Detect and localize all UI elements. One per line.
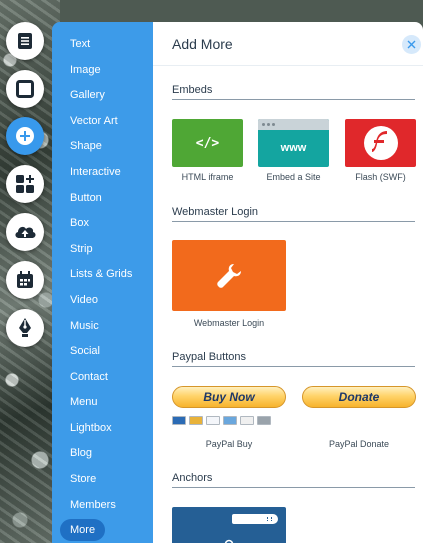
category-box[interactable]: Box xyxy=(70,212,89,234)
section-divider xyxy=(172,99,415,100)
wrench-icon xyxy=(217,263,241,288)
section-title-paypal: Paypal Buttons xyxy=(172,351,246,363)
section-divider xyxy=(172,487,415,488)
panel-title: Add More xyxy=(172,36,233,52)
amex-card-icon xyxy=(223,416,237,425)
category-shape[interactable]: Shape xyxy=(70,135,102,157)
section-title-webmaster: Webmaster Login xyxy=(172,206,259,218)
header-divider xyxy=(153,65,423,66)
section-divider xyxy=(172,221,415,222)
category-button[interactable]: Button xyxy=(70,187,102,209)
background-button[interactable] xyxy=(6,70,44,108)
paypal-buy-label: PayPal Buy xyxy=(205,439,253,449)
card-icons-row xyxy=(172,416,286,425)
upload-button[interactable] xyxy=(6,213,44,251)
bank-card-icon xyxy=(257,416,271,425)
category-interactive[interactable]: Interactive xyxy=(70,161,121,183)
category-store[interactable]: Store xyxy=(70,468,96,490)
anchor-icon xyxy=(224,539,234,543)
category-social[interactable]: Social xyxy=(70,340,100,362)
webmaster-login-tile[interactable] xyxy=(172,240,286,311)
paypal-donate-button[interactable]: Donate xyxy=(302,386,416,408)
anchor-tab xyxy=(232,514,278,524)
add-apps-icon xyxy=(16,175,34,193)
blog-calendar-icon xyxy=(17,271,33,288)
category-lightbox[interactable]: Lightbox xyxy=(70,417,112,439)
category-members[interactable]: Members xyxy=(70,494,116,516)
code-icon: </> xyxy=(195,135,220,151)
category-vector-art[interactable]: Vector Art xyxy=(70,110,118,132)
visa-card-icon xyxy=(206,416,220,425)
upload-cloud-icon xyxy=(15,226,36,238)
category-video[interactable]: Video xyxy=(70,289,98,311)
flash-logo-icon xyxy=(363,126,398,160)
blog-button[interactable] xyxy=(6,261,44,299)
add-categories-panel: Text Image Gallery Vector Art Shape Inte… xyxy=(52,22,153,543)
add-icon xyxy=(16,127,34,145)
html-iframe-label: HTML iframe xyxy=(181,172,234,182)
category-blog[interactable]: Blog xyxy=(70,442,92,464)
section-title-embeds: Embeds xyxy=(172,84,213,96)
category-more[interactable]: More xyxy=(60,519,106,541)
paypal-buy-now-button[interactable]: Buy Now xyxy=(172,386,286,408)
category-lists-grids[interactable]: Lists & Grids xyxy=(70,263,132,285)
section-title-anchors: Anchors xyxy=(172,472,213,484)
close-icon xyxy=(407,40,416,49)
category-strip[interactable]: Strip xyxy=(70,238,93,260)
pen-nib-icon xyxy=(19,318,31,337)
category-image[interactable]: Image xyxy=(70,59,101,81)
webmaster-login-label: Webmaster Login xyxy=(193,318,265,328)
add-more-panel: Add More Embeds </> HTML iframe www Embe… xyxy=(153,22,423,543)
anchor-tile[interactable] xyxy=(172,507,286,543)
section-divider xyxy=(172,366,415,367)
category-contact[interactable]: Contact xyxy=(70,366,108,388)
category-music[interactable]: Music xyxy=(70,315,99,337)
add-apps-button[interactable] xyxy=(6,165,44,203)
category-gallery[interactable]: Gallery xyxy=(70,84,105,106)
category-text[interactable]: Text xyxy=(70,33,90,55)
background-icon xyxy=(16,80,34,98)
embed-site-label: Embed a Site xyxy=(266,172,321,182)
design-button[interactable] xyxy=(6,309,44,347)
html-iframe-tile[interactable]: </> xyxy=(172,119,243,167)
pages-menu-icon xyxy=(18,33,32,49)
www-icon: www xyxy=(280,142,307,154)
maestro-card-icon xyxy=(172,416,186,425)
add-button[interactable] xyxy=(6,117,44,155)
category-menu[interactable]: Menu xyxy=(70,391,98,413)
browser-bar xyxy=(258,119,329,130)
paypal-donate-label: PayPal Donate xyxy=(328,439,390,449)
flash-tile[interactable] xyxy=(345,119,416,167)
discover-card-icon xyxy=(240,416,254,425)
embed-site-tile[interactable]: www xyxy=(258,119,329,167)
pages-menu-button[interactable] xyxy=(6,22,44,60)
mastercard-card-icon xyxy=(189,416,203,425)
flash-label: Flash (SWF) xyxy=(355,172,406,182)
close-button[interactable] xyxy=(402,35,421,54)
